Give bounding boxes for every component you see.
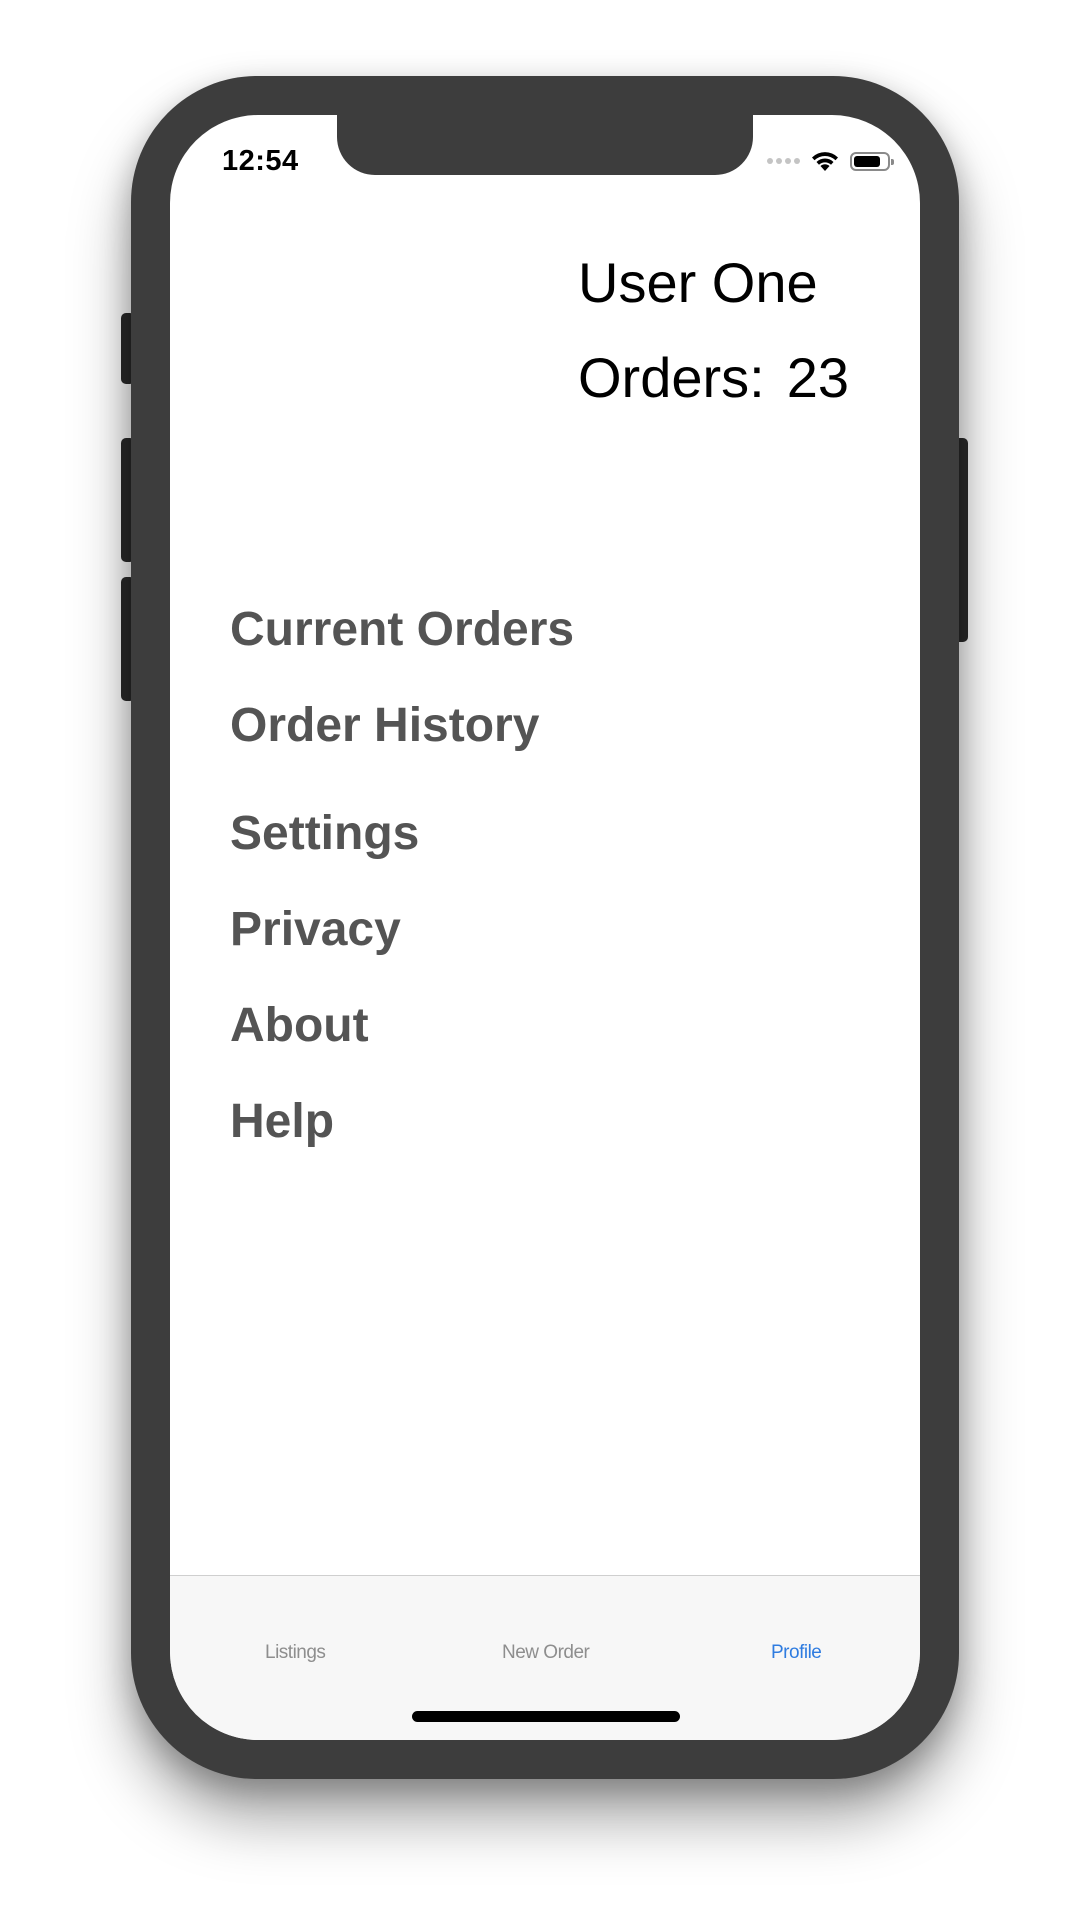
orders-label: Orders: bbox=[578, 346, 765, 409]
menu-item-current-orders[interactable]: Current Orders bbox=[230, 602, 574, 657]
status-icons bbox=[767, 147, 894, 175]
menu-item-about[interactable]: About bbox=[230, 998, 369, 1053]
tab-new-order[interactable]: New Order bbox=[502, 1642, 590, 1664]
orders-summary: Orders: 23 bbox=[578, 345, 849, 410]
phone-screen: 12:54 User One Orders: 23 Current Orders bbox=[170, 115, 920, 1740]
home-indicator[interactable] bbox=[412, 1711, 680, 1722]
menu-item-order-history[interactable]: Order History bbox=[230, 698, 539, 753]
signal-dots-icon bbox=[767, 158, 800, 164]
menu-item-privacy[interactable]: Privacy bbox=[230, 902, 401, 957]
menu-item-settings[interactable]: Settings bbox=[230, 806, 419, 861]
device-mockup: 12:54 User One Orders: 23 Current Orders bbox=[0, 0, 1090, 1928]
status-time: 12:54 bbox=[222, 145, 299, 177]
tab-bar: Listings New Order Profile bbox=[170, 1575, 920, 1740]
tab-profile[interactable]: Profile bbox=[771, 1642, 822, 1664]
notch bbox=[337, 115, 753, 175]
tab-listings[interactable]: Listings bbox=[265, 1642, 326, 1664]
wifi-icon bbox=[812, 152, 838, 171]
orders-count: 23 bbox=[786, 346, 849, 409]
phone-frame: 12:54 User One Orders: 23 Current Orders bbox=[131, 76, 959, 1779]
user-name: User One bbox=[578, 251, 818, 314]
battery-level bbox=[854, 155, 880, 167]
battery-icon bbox=[850, 151, 894, 171]
menu-item-help[interactable]: Help bbox=[230, 1094, 334, 1149]
